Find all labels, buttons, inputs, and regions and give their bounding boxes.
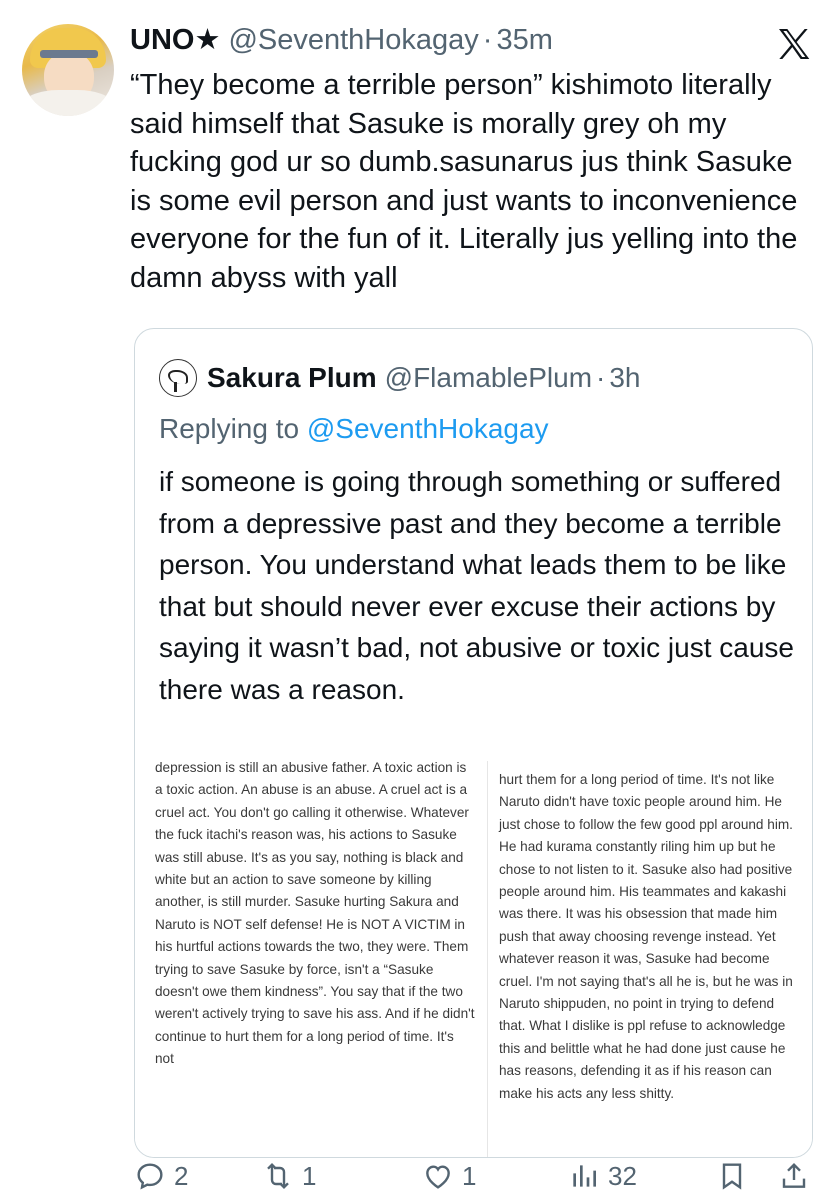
repost-count: 1 [302,1160,317,1191]
tweet-time[interactable]: 35m [496,24,552,57]
views-icon [573,1165,596,1187]
image-divider [487,761,488,1157]
like-button[interactable]: 1 [422,1160,476,1192]
reply-button[interactable]: 2 [134,1160,188,1192]
avatar-headband [40,50,98,58]
header-separator: · [482,24,493,56]
like-count: 1 [462,1160,477,1191]
avatar-sketch [168,370,188,384]
quote-attached-image[interactable]: depression is still an abusive father. A… [135,760,812,1157]
quote-header: Sakura Plum @FlamablePlum · 3h [159,359,641,397]
repost-icon [267,1162,289,1190]
views-count: 32 [608,1160,637,1191]
bookmark-button[interactable] [716,1160,756,1192]
quote-avatar[interactable] [159,359,197,397]
replying-mention[interactable]: @SeventhHokagay [307,413,549,444]
image-right-column-text: hurt them for a long period of time. It'… [499,772,793,1101]
quote-author-handle[interactable]: @FlamablePlum [385,362,592,394]
replying-to: Replying to @SeventhHokagay [159,413,549,445]
tweet-header: UNO★ @SeventhHokagay · 35m [130,22,553,62]
reply-count: 2 [174,1160,189,1191]
quote-text: if someone is going through something or… [159,466,795,705]
bookmark-icon [722,1163,742,1190]
author-name[interactable]: UNO★ [130,22,220,57]
repost-button[interactable]: 1 [262,1160,316,1192]
quoted-tweet[interactable]: Sakura Plum @FlamablePlum · 3h Replying … [134,328,813,1158]
like-icon [426,1165,450,1189]
avatar-sketch-stroke [174,382,177,392]
quote-time[interactable]: 3h [609,362,640,394]
author-avatar[interactable] [22,24,114,116]
share-icon [782,1162,806,1188]
tweet-text: “They become a terrible person” kishimot… [130,69,798,294]
image-left-column-text: depression is still an abusive father. A… [155,760,475,1067]
replying-prefix: Replying to [159,413,307,444]
reply-icon [137,1163,163,1190]
x-logo-icon[interactable] [774,24,814,64]
share-button[interactable] [778,1160,818,1192]
avatar-cloak [22,90,114,116]
quote-author-name[interactable]: Sakura Plum [207,362,377,394]
quote-separator: · [596,362,606,393]
author-handle[interactable]: @SeventhHokagay [228,24,478,57]
action-bar: 2 1 1 32 [0,1158,833,1200]
views-button[interactable]: 32 [568,1160,637,1192]
